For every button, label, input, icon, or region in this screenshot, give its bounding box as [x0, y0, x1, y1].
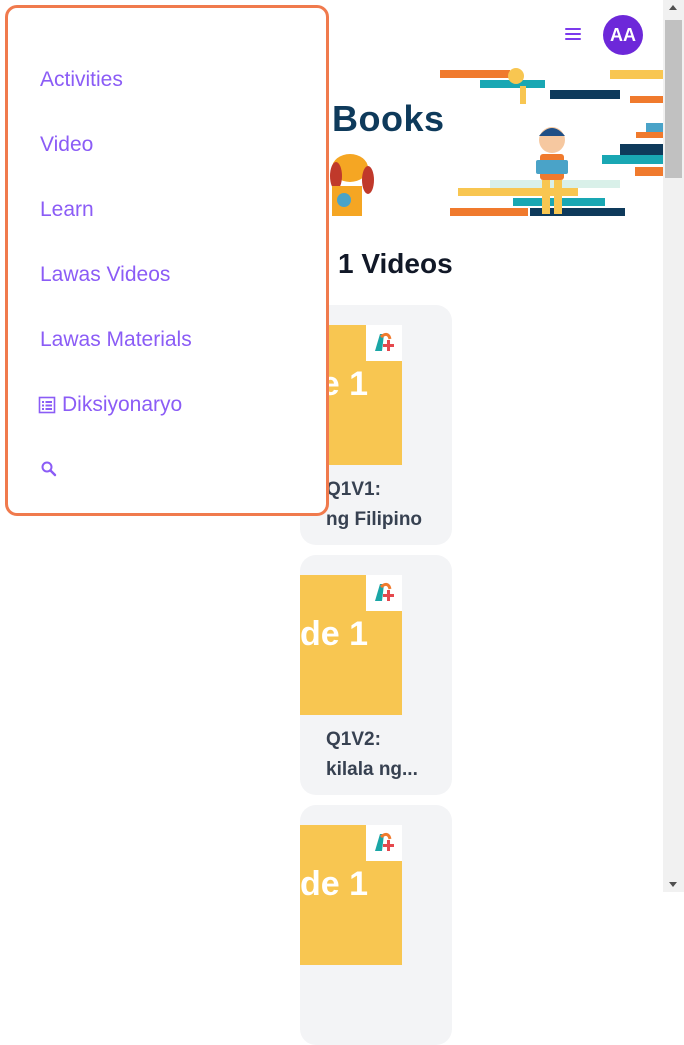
user-avatar[interactable]: AA [603, 15, 643, 55]
video-card[interactable]: de 1 [300, 805, 452, 1045]
video-thumbnail[interactable]: de 1 [300, 825, 402, 965]
video-title-line: kilala ng... [326, 759, 418, 780]
menu-line [565, 38, 581, 40]
dictionary-icon [38, 396, 56, 414]
nav-item-learn[interactable]: Learn [40, 198, 94, 222]
hamburger-menu-icon[interactable] [565, 28, 581, 42]
brand-logo-icon [366, 575, 402, 611]
nav-item-label: Lawas Materials [40, 328, 192, 351]
banner-illustration [330, 68, 663, 216]
nav-item-label: Learn [40, 198, 94, 221]
scrollbar-thumb[interactable] [665, 20, 682, 178]
section-heading: 1 Videos [338, 248, 453, 279]
nav-item-lawas-materials[interactable]: Lawas Materials [40, 328, 192, 352]
nav-item-label: Diksiyonaryo [62, 393, 183, 416]
search-icon [41, 461, 57, 477]
video-thumbnail[interactable]: de 1 [300, 575, 402, 715]
banner: Books [330, 68, 663, 216]
nav-item-lawas-videos[interactable]: Lawas Videos [40, 263, 170, 287]
video-title[interactable]: Q1V2: kilala ng... [300, 725, 450, 785]
scroll-up-arrow-icon[interactable] [669, 5, 677, 10]
vertical-scrollbar[interactable] [663, 0, 684, 892]
nav-item-diksiyonaryo[interactable]: Diksiyonaryo [38, 393, 182, 417]
nav-item-video[interactable]: Video [40, 133, 93, 157]
thumbnail-text: de 1 [300, 615, 369, 653]
video-title-line: Q1V2: [326, 729, 381, 750]
menu-line [565, 33, 581, 35]
brand-logo-icon [366, 325, 402, 361]
navigation-dropdown: Activities Video Learn Lawas Videos Lawa… [5, 5, 329, 516]
nav-item-label: Activities [40, 68, 123, 91]
nav-item-label: Video [40, 133, 94, 156]
nav-search[interactable] [40, 460, 58, 478]
video-card[interactable]: de 1 Q1V2: kilala ng... [300, 555, 452, 795]
scroll-down-arrow-icon[interactable] [669, 882, 677, 887]
nav-item-activities[interactable]: Activities [40, 68, 123, 92]
brand-logo-icon [366, 825, 402, 861]
nav-item-label: Lawas Videos [40, 263, 171, 286]
thumbnail-text: de 1 [300, 865, 369, 903]
menu-line [565, 28, 581, 30]
banner-title: Books [332, 98, 445, 139]
